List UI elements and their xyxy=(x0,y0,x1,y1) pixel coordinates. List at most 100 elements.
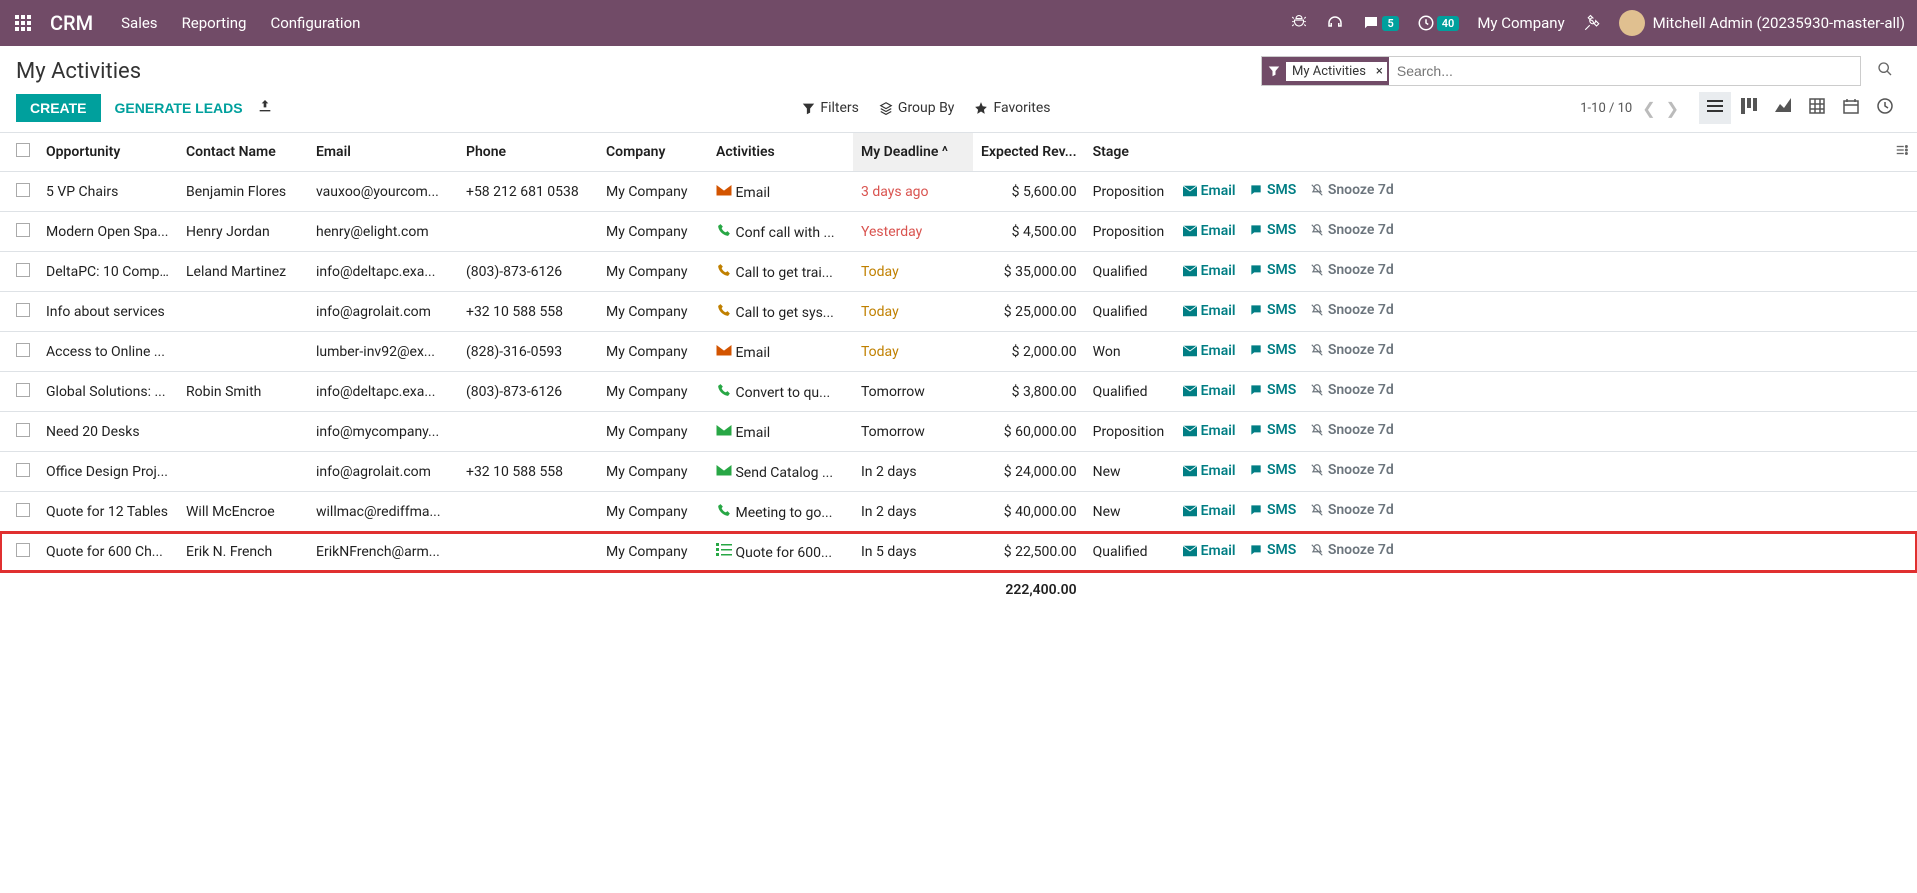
select-all-checkbox[interactable] xyxy=(16,143,30,157)
col-activities[interactable]: Activities xyxy=(708,133,853,172)
cell-contact[interactable]: Benjamin Flores xyxy=(178,172,308,212)
view-kanban-icon[interactable] xyxy=(1733,92,1765,124)
email-action-button[interactable]: Email xyxy=(1183,463,1236,479)
cell-opportunity[interactable]: Global Solutions: ... xyxy=(38,372,178,412)
app-brand[interactable]: CRM xyxy=(50,11,93,35)
email-action-button[interactable]: Email xyxy=(1183,223,1236,239)
row-checkbox[interactable] xyxy=(16,543,30,557)
cell-contact[interactable] xyxy=(178,332,308,372)
cell-opportunity[interactable]: Need 20 Desks xyxy=(38,412,178,452)
cell-deadline[interactable]: In 2 days xyxy=(853,492,973,532)
cell-phone[interactable]: +32 10 588 558 xyxy=(458,452,598,492)
table-row[interactable]: Quote for 12 Tables Will McEncroe willma… xyxy=(0,492,1917,532)
sms-action-button[interactable]: SMS xyxy=(1249,222,1296,238)
cell-opportunity[interactable]: Modern Open Spa... xyxy=(38,212,178,252)
cell-email[interactable]: henry@elight.com xyxy=(308,212,458,252)
cell-activity[interactable]: Convert to qu... xyxy=(708,372,853,412)
row-checkbox[interactable] xyxy=(16,223,30,237)
cell-deadline[interactable]: 3 days ago xyxy=(853,172,973,212)
cell-company[interactable]: My Company xyxy=(598,252,708,292)
col-email[interactable]: Email xyxy=(308,133,458,172)
snooze-action-button[interactable]: Snooze 7d xyxy=(1310,262,1394,278)
snooze-action-button[interactable]: Snooze 7d xyxy=(1310,422,1394,438)
table-row[interactable]: Need 20 Desks info@mycompany... My Compa… xyxy=(0,412,1917,452)
cell-email[interactable]: info@mycompany... xyxy=(308,412,458,452)
cell-phone[interactable]: +58 212 681 0538 xyxy=(458,172,598,212)
apps-icon[interactable] xyxy=(12,12,34,34)
cell-opportunity[interactable]: DeltaPC: 10 Comp... xyxy=(38,252,178,292)
cell-deadline[interactable]: Today xyxy=(853,332,973,372)
snooze-action-button[interactable]: Snooze 7d xyxy=(1310,462,1394,478)
create-button[interactable]: CREATE xyxy=(16,94,101,122)
cell-company[interactable]: My Company xyxy=(598,172,708,212)
table-row[interactable]: 5 VP Chairs Benjamin Flores vauxoo@yourc… xyxy=(0,172,1917,212)
pager-next-icon[interactable]: ❯ xyxy=(1666,99,1679,118)
cell-opportunity[interactable]: Quote for 12 Tables xyxy=(38,492,178,532)
cell-activity[interactable]: Send Catalog ... xyxy=(708,452,853,492)
pager-prev-icon[interactable]: ❮ xyxy=(1642,99,1655,118)
cell-expected-rev[interactable]: $ 24,000.00 xyxy=(973,452,1085,492)
row-checkbox[interactable] xyxy=(16,183,30,197)
row-checkbox[interactable] xyxy=(16,463,30,477)
cell-company[interactable]: My Company xyxy=(598,332,708,372)
cell-stage[interactable]: Won xyxy=(1085,332,1175,372)
groupby-button[interactable]: Group By xyxy=(879,100,955,116)
email-action-button[interactable]: Email xyxy=(1183,543,1236,559)
debug-icon[interactable] xyxy=(1290,14,1308,32)
cell-activity[interactable]: Call to get sys... xyxy=(708,292,853,332)
snooze-action-button[interactable]: Snooze 7d xyxy=(1310,342,1394,358)
cell-activity[interactable]: Email xyxy=(708,172,853,212)
sms-action-button[interactable]: SMS xyxy=(1249,542,1296,558)
row-checkbox[interactable] xyxy=(16,383,30,397)
view-activity-icon[interactable] xyxy=(1869,92,1901,124)
sms-action-button[interactable]: SMS xyxy=(1249,382,1296,398)
cell-phone[interactable] xyxy=(458,532,598,572)
cell-email[interactable]: info@deltapc.exa... xyxy=(308,372,458,412)
cell-phone[interactable]: (803)-873-6126 xyxy=(458,372,598,412)
search-input[interactable] xyxy=(1389,63,1860,79)
cell-activity[interactable]: Meeting to go... xyxy=(708,492,853,532)
table-row[interactable]: Access to Online ... lumber-inv92@ex... … xyxy=(0,332,1917,372)
messages-icon[interactable]: 5 xyxy=(1362,14,1398,32)
sms-action-button[interactable]: SMS xyxy=(1249,262,1296,278)
cell-deadline[interactable]: Today xyxy=(853,292,973,332)
cell-opportunity[interactable]: Info about services xyxy=(38,292,178,332)
cell-stage[interactable]: Qualified xyxy=(1085,292,1175,332)
cell-activity[interactable]: Quote for 600... xyxy=(708,532,853,572)
table-row[interactable]: Info about services info@agrolait.com +3… xyxy=(0,292,1917,332)
menu-sales[interactable]: Sales xyxy=(121,14,157,32)
col-phone[interactable]: Phone xyxy=(458,133,598,172)
cell-contact[interactable]: Will McEncroe xyxy=(178,492,308,532)
row-checkbox[interactable] xyxy=(16,343,30,357)
cell-contact[interactable]: Leland Martinez xyxy=(178,252,308,292)
sms-action-button[interactable]: SMS xyxy=(1249,502,1296,518)
cell-email[interactable]: willmac@rediffma... xyxy=(308,492,458,532)
col-company[interactable]: Company xyxy=(598,133,708,172)
table-row[interactable]: Office Design Proj... info@agrolait.com … xyxy=(0,452,1917,492)
cell-contact[interactable] xyxy=(178,292,308,332)
cell-phone[interactable]: (803)-873-6126 xyxy=(458,252,598,292)
snooze-action-button[interactable]: Snooze 7d xyxy=(1310,302,1394,318)
cell-company[interactable]: My Company xyxy=(598,412,708,452)
email-action-button[interactable]: Email xyxy=(1183,183,1236,199)
sms-action-button[interactable]: SMS xyxy=(1249,462,1296,478)
cell-activity[interactable]: Email xyxy=(708,332,853,372)
sms-action-button[interactable]: SMS xyxy=(1249,342,1296,358)
cell-deadline[interactable]: Yesterday xyxy=(853,212,973,252)
email-action-button[interactable]: Email xyxy=(1183,423,1236,439)
search-icon[interactable] xyxy=(1869,61,1901,81)
view-calendar-icon[interactable] xyxy=(1835,92,1867,124)
cell-company[interactable]: My Company xyxy=(598,212,708,252)
email-action-button[interactable]: Email xyxy=(1183,263,1236,279)
cell-phone[interactable]: +32 10 588 558 xyxy=(458,292,598,332)
cell-email[interactable]: info@deltapc.exa... xyxy=(308,252,458,292)
optional-columns-icon[interactable] xyxy=(1887,133,1917,172)
cell-opportunity[interactable]: Access to Online ... xyxy=(38,332,178,372)
cell-contact[interactable] xyxy=(178,412,308,452)
col-contact[interactable]: Contact Name xyxy=(178,133,308,172)
email-action-button[interactable]: Email xyxy=(1183,303,1236,319)
cell-expected-rev[interactable]: $ 2,000.00 xyxy=(973,332,1085,372)
snooze-action-button[interactable]: Snooze 7d xyxy=(1310,382,1394,398)
cell-expected-rev[interactable]: $ 3,800.00 xyxy=(973,372,1085,412)
cell-email[interactable]: lumber-inv92@ex... xyxy=(308,332,458,372)
